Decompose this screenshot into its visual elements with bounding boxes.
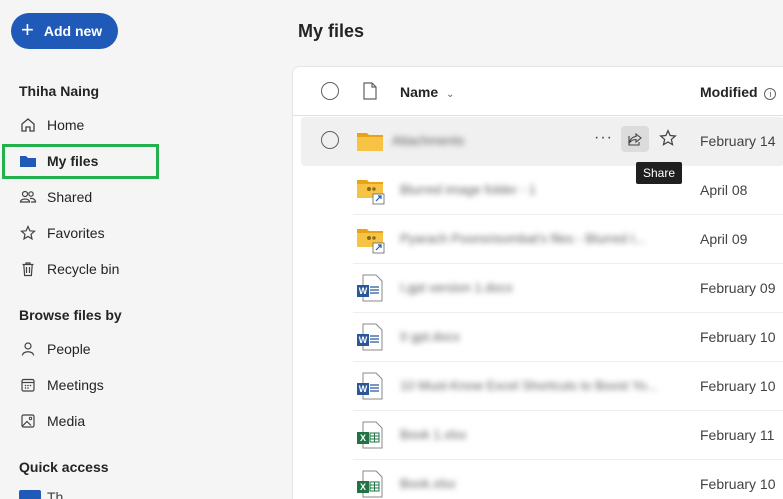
column-header-name[interactable]: Name ⌄ [400, 84, 454, 100]
browse-files-title: Browse files by [19, 307, 122, 323]
quick-access-item-icon[interactable] [19, 490, 41, 499]
nav-label: Shared [47, 189, 93, 205]
nav-label: People [47, 341, 91, 357]
word-doc-icon: W [355, 322, 385, 352]
highlight-annotation [2, 144, 159, 179]
home-icon [19, 116, 37, 134]
file-modified: February 09 [700, 280, 776, 296]
calendar-icon [19, 376, 37, 394]
folder-icon [355, 126, 385, 156]
nav-label: Media [47, 413, 86, 429]
nav-label: Favorites [47, 225, 105, 241]
person-icon [19, 340, 37, 358]
plus-icon: + [21, 17, 34, 42]
column-modified-label: Modified [700, 84, 758, 100]
quick-access-item-label[interactable]: Th... [47, 489, 75, 499]
star-icon [19, 224, 37, 242]
table-row[interactable]: X Book.xlsx February 10 [353, 460, 783, 499]
add-new-label: Add new [43, 23, 103, 39]
sidebar: + Add new Thiha Naing Home My files Shar… [0, 0, 292, 499]
user-name: Thiha Naing [19, 83, 100, 99]
file-modified: February 10 [700, 329, 776, 345]
more-options-icon[interactable]: ··· [594, 129, 613, 147]
word-doc-icon: W [355, 371, 385, 401]
nav-item-home[interactable]: Home [19, 113, 84, 137]
quick-access-title: Quick access [19, 459, 109, 475]
file-name[interactable]: Blurred image folder - 1 [400, 182, 580, 197]
nav-label: Home [47, 117, 85, 133]
table-row[interactable]: W I.gpt version 1.docx February 09 [353, 264, 783, 313]
table-row[interactable]: Blurred image folder - 1 April 08 [353, 166, 783, 215]
favorite-star-icon[interactable] [657, 127, 679, 149]
nav-item-people[interactable]: People [19, 337, 91, 361]
image-icon [19, 412, 37, 430]
svg-text:X: X [360, 482, 366, 492]
trash-icon [19, 260, 37, 278]
excel-sheet-icon: X [355, 469, 385, 499]
svg-text:W: W [359, 384, 368, 394]
table-row[interactable]: W 10 Must-Know Excel Shortcuts to Boost … [353, 362, 783, 411]
table-row[interactable]: X Book 1.xlsx February 11 [353, 411, 783, 460]
file-name[interactable]: Attachments [392, 133, 572, 148]
file-modified: February 11 [700, 427, 775, 443]
file-modified: February 10 [700, 378, 776, 394]
file-name[interactable]: Book 1.xlsx [400, 427, 580, 442]
nav-item-shared[interactable]: Shared [19, 185, 92, 209]
share-icon [628, 132, 642, 146]
excel-sheet-icon: X [355, 420, 385, 450]
nav-label: Meetings [47, 377, 104, 393]
table-row[interactable]: W II gpt.docx February 10 [353, 313, 783, 362]
row-select-checkbox[interactable] [321, 131, 339, 149]
nav-label: Recycle bin [47, 261, 120, 277]
table-row[interactable]: Attachments ··· February 14 [301, 117, 783, 166]
nav-item-recycle-bin[interactable]: Recycle bin [19, 257, 119, 281]
file-name[interactable]: Book.xlsx [400, 476, 580, 491]
files-panel: Name ⌄ Modified i Attachments ··· Februa… [292, 66, 783, 499]
info-icon: i [764, 88, 777, 100]
file-modified: April 08 [700, 182, 748, 198]
select-all-checkbox[interactable] [321, 82, 339, 100]
file-modified: February 14 [700, 133, 776, 149]
page-title: My files [298, 21, 365, 41]
chevron-down-icon: ⌄ [446, 89, 455, 100]
column-name-label: Name [400, 84, 439, 100]
add-new-button[interactable]: + Add new [11, 13, 118, 49]
file-name[interactable]: Pyarach Poonsrisombat's files - Blurred … [400, 231, 670, 246]
word-doc-icon: W [355, 273, 385, 303]
nav-item-meetings[interactable]: Meetings [19, 373, 104, 397]
shared-folder-icon [355, 175, 385, 205]
file-modified: February 10 [700, 476, 776, 492]
svg-text:X: X [360, 433, 366, 443]
people-icon [19, 188, 37, 206]
svg-text:W: W [359, 335, 368, 345]
table-header: Name ⌄ Modified i [293, 67, 783, 116]
table-row[interactable]: Pyarach Poonsrisombat's files - Blurred … [353, 215, 783, 264]
nav-item-media[interactable]: Media [19, 409, 85, 433]
file-name[interactable]: II gpt.docx [400, 329, 580, 344]
share-button[interactable] [621, 126, 649, 152]
file-name[interactable]: I.gpt version 1.docx [400, 280, 580, 295]
shared-folder-icon [355, 224, 385, 254]
column-header-modified[interactable]: Modified i [700, 84, 777, 100]
svg-text:W: W [359, 286, 368, 296]
file-modified: April 09 [700, 231, 748, 247]
file-type-icon [363, 82, 377, 105]
share-tooltip: Share [636, 162, 683, 184]
nav-item-favorites[interactable]: Favorites [19, 221, 105, 245]
file-name[interactable]: 10 Must-Know Excel Shortcuts to Boost Yo… [400, 378, 675, 393]
